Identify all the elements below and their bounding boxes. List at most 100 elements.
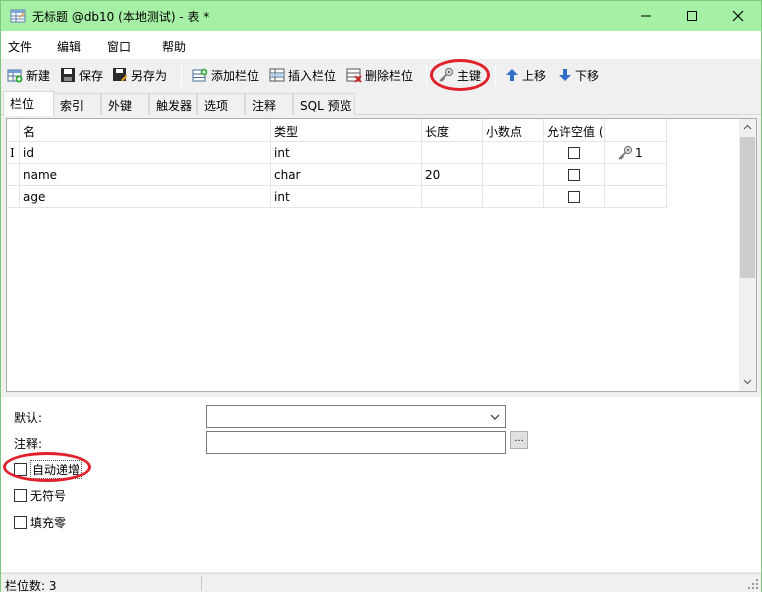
nullable-checkbox[interactable] — [568, 191, 580, 203]
field-key-cell[interactable]: 1 — [605, 142, 667, 164]
field-key-cell[interactable] — [605, 164, 667, 186]
comment-label: 注释: — [14, 437, 43, 451]
column-header-nullable[interactable]: 允许空值 ( — [544, 119, 605, 142]
field-decimals-cell[interactable] — [483, 186, 544, 208]
close-icon — [732, 10, 744, 22]
field-nullable-cell[interactable] — [544, 186, 605, 208]
comment-input[interactable] — [206, 431, 506, 454]
window-title: 无标题 @db10 (本地测试) - 表 * — [32, 10, 210, 24]
default-value-select[interactable] — [206, 405, 506, 428]
nullable-checkbox[interactable] — [568, 147, 580, 159]
field-decimals-cell[interactable] — [483, 142, 544, 164]
field-length-cell[interactable] — [422, 186, 483, 208]
field-type-cell[interactable]: int — [271, 186, 422, 208]
field-type-cell[interactable]: int — [271, 142, 422, 164]
save-as-icon — [113, 68, 128, 82]
field-key-cell[interactable] — [605, 186, 667, 208]
toolbar-separator — [181, 64, 182, 86]
nullable-checkbox[interactable] — [568, 169, 580, 181]
field-length-cell[interactable]: 20 — [422, 164, 483, 186]
primary-key-label: 主键 — [457, 68, 482, 83]
fields-grid: 名 类型 长度 小数点 允许空值 ( I id int 1 name char … — [6, 118, 757, 392]
close-button[interactable] — [715, 1, 761, 31]
delete-column-button[interactable]: 删除栏位 — [346, 65, 413, 85]
comment-editor-button[interactable]: ... — [510, 431, 528, 449]
grid-vertical-scrollbar[interactable] — [739, 119, 756, 391]
row-selector[interactable]: I — [7, 142, 20, 164]
menu-edit[interactable]: 编辑 — [57, 38, 81, 55]
field-count-status: 栏位数: 3 — [5, 579, 57, 592]
move-up-button[interactable]: 上移 — [505, 65, 546, 85]
row-selector[interactable] — [7, 186, 20, 208]
unsigned-option[interactable]: 无符号 — [14, 487, 66, 504]
column-header-decimals[interactable]: 小数点 — [483, 119, 544, 142]
table-row[interactable]: I id int 1 — [7, 142, 667, 164]
insert-column-button[interactable]: 插入栏位 — [269, 65, 336, 85]
tab-sql-preview[interactable]: SQL 预览 — [293, 93, 355, 115]
field-nullable-cell[interactable] — [544, 142, 605, 164]
table-row[interactable]: age int — [7, 186, 667, 208]
arrow-down-icon — [559, 69, 571, 81]
toolbar-separator — [426, 64, 427, 86]
save-label: 保存 — [79, 68, 104, 83]
delete-column-label: 删除栏位 — [365, 68, 414, 83]
save-as-button[interactable]: 另存为 — [112, 65, 167, 85]
field-length-cell[interactable] — [422, 142, 483, 164]
title-bar[interactable]: 无标题 @db10 (本地测试) - 表 * — [1, 1, 761, 31]
field-name-cell[interactable]: age — [20, 186, 271, 208]
resize-grip-icon[interactable] — [747, 578, 759, 590]
maximize-icon — [687, 11, 697, 21]
field-decimals-cell[interactable] — [483, 164, 544, 186]
toolbar-separator — [495, 64, 496, 86]
chevron-down-icon — [490, 414, 500, 420]
tab-options[interactable]: 选项 — [197, 93, 245, 115]
menu-window[interactable]: 窗口 — [107, 38, 131, 55]
field-name-cell[interactable]: id — [20, 142, 271, 164]
chevron-down-icon[interactable] — [743, 377, 752, 386]
add-column-icon — [192, 68, 208, 82]
menu-bar: 文件 编辑 窗口 帮助 — [1, 31, 761, 59]
field-type-cell[interactable]: char — [271, 164, 422, 186]
save-as-label: 另存为 — [131, 68, 168, 83]
delete-column-icon — [346, 68, 362, 83]
key-icon — [618, 145, 633, 160]
maximize-button[interactable] — [669, 1, 715, 31]
auto-increment-checkbox[interactable] — [14, 463, 27, 476]
move-up-label: 上移 — [522, 68, 547, 83]
tab-indexes[interactable]: 索引 — [53, 93, 101, 115]
zerofill-option[interactable]: 填充零 — [14, 514, 66, 531]
table-row[interactable]: name char 20 — [7, 164, 667, 186]
row-selector[interactable] — [7, 164, 20, 186]
move-down-button[interactable]: 下移 — [558, 65, 599, 85]
new-table-icon — [7, 69, 23, 83]
new-label: 新建 — [26, 68, 51, 83]
tab-comments[interactable]: 注释 — [245, 93, 293, 115]
insert-column-icon — [269, 68, 285, 82]
column-header-name[interactable]: 名 — [20, 119, 271, 142]
menu-file[interactable]: 文件 — [8, 38, 32, 55]
new-button[interactable]: 新建 — [7, 65, 50, 85]
save-button[interactable]: 保存 — [60, 65, 103, 85]
tab-strip: 栏位 索引 外键 触发器 选项 注释 SQL 预览 — [1, 91, 761, 116]
table-app-icon — [10, 9, 26, 23]
field-nullable-cell[interactable] — [544, 164, 605, 186]
toolbar: 新建 保存 另存为 添加栏位 插入栏位 删除栏位 主键 上移 下移 — [1, 59, 761, 91]
tab-foreign-keys[interactable]: 外键 — [101, 93, 149, 115]
column-header-key[interactable] — [605, 119, 667, 142]
primary-key-button[interactable]: 主键 — [438, 65, 481, 85]
tab-fields[interactable]: 栏位 — [3, 91, 55, 116]
minimize-button[interactable] — [623, 1, 669, 31]
unsigned-checkbox[interactable] — [14, 489, 27, 502]
chevron-up-icon[interactable] — [743, 123, 752, 132]
column-header-length[interactable]: 长度 — [422, 119, 483, 142]
field-name-cell[interactable]: name — [20, 164, 271, 186]
scrollbar-thumb[interactable] — [740, 137, 755, 278]
menu-help[interactable]: 帮助 — [162, 38, 186, 55]
tab-triggers[interactable]: 触发器 — [149, 93, 197, 115]
auto-increment-option[interactable]: 自动递增 — [14, 460, 83, 479]
add-column-button[interactable]: 添加栏位 — [192, 65, 259, 85]
save-icon — [61, 68, 75, 82]
column-header-type[interactable]: 类型 — [271, 119, 422, 142]
field-properties-panel: 默认: 注释: ... 自动递增 无符号 填充零 — [1, 397, 761, 572]
zerofill-checkbox[interactable] — [14, 516, 27, 529]
